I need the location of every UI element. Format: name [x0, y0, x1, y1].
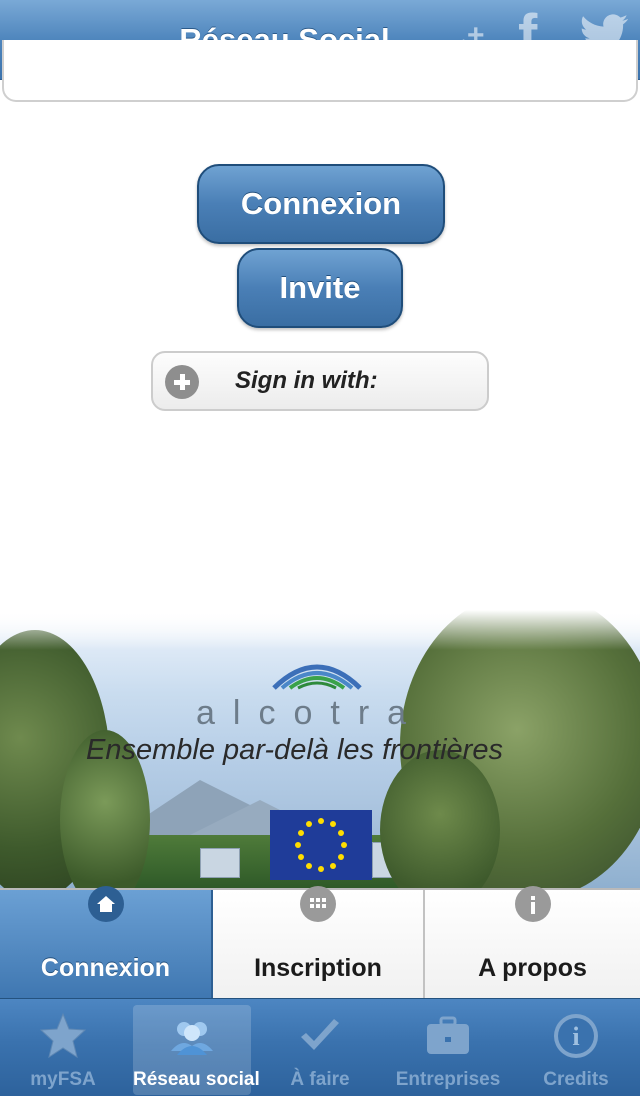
- star-icon: [39, 1012, 87, 1059]
- grid-icon: [300, 886, 336, 922]
- tab-label: myFSA: [30, 1069, 96, 1090]
- tab-reseau-social[interactable]: Réseau social: [133, 1005, 260, 1095]
- svg-text:i: i: [572, 1022, 579, 1051]
- eu-flag-icon: [270, 810, 372, 880]
- alcotra-slogan: Ensemble par-delà les frontières: [86, 734, 503, 766]
- tab-label: À faire: [290, 1069, 350, 1090]
- tab-label: Entreprises: [395, 1069, 501, 1090]
- segment-a-propos[interactable]: A propos: [425, 886, 640, 998]
- tab-entreprises[interactable]: Entreprises: [389, 1005, 507, 1095]
- collapsed-panel: [2, 40, 638, 102]
- app-screen: Réseau Social… g+ f Connexion Invite Sig…: [0, 0, 640, 1096]
- briefcase-icon: [427, 1016, 469, 1054]
- users-icon: [171, 1022, 213, 1055]
- alcotra-banner-image: alcotra Ensemble par-delà les frontières: [0, 610, 640, 888]
- tab-myfsa[interactable]: myFSA: [4, 1005, 122, 1095]
- segment-inscription[interactable]: Inscription: [213, 886, 425, 998]
- home-icon: [87, 886, 124, 922]
- banner-fade: [0, 610, 640, 650]
- sign-in-with-button[interactable]: Sign in with:: [151, 351, 489, 411]
- alcotra-logo-text: alcotra: [196, 694, 425, 732]
- alcotra-logo-icon: [272, 664, 362, 690]
- plus-circle-icon: [165, 365, 199, 399]
- segment-label: A propos: [478, 954, 587, 982]
- tab-credits[interactable]: i Credits: [517, 1005, 635, 1095]
- segmented-tabs: Connexion Inscription A propos: [0, 886, 640, 998]
- segment-connexion[interactable]: Connexion: [0, 886, 213, 998]
- checkmark-icon: [301, 1019, 339, 1050]
- info-icon: [514, 886, 551, 922]
- segment-label: Inscription: [254, 954, 382, 982]
- bottom-tab-bar: myFSA Réseau social À faire Entreprises …: [0, 998, 640, 1096]
- tab-label: Credits: [543, 1069, 609, 1090]
- building-shape: [200, 848, 240, 878]
- connexion-button[interactable]: Connexion: [197, 164, 445, 244]
- tab-a-faire[interactable]: À faire: [261, 1005, 379, 1095]
- segment-label: Connexion: [40, 954, 171, 982]
- sign-in-label: Sign in with:: [235, 367, 378, 394]
- tab-label: Réseau social: [133, 1069, 260, 1090]
- invite-button[interactable]: Invite: [237, 248, 403, 328]
- info-icon: i: [554, 1014, 598, 1058]
